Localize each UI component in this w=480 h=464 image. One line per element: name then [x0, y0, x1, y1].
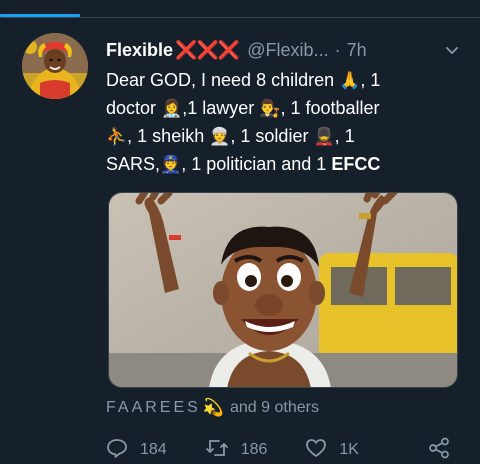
text-segment: ,1 lawyer: [182, 98, 255, 118]
doctor-emoji: 👩‍⚕️: [161, 99, 183, 118]
tweet-image[interactable]: [108, 192, 458, 388]
name-emoji: ❌❌❌: [175, 39, 240, 60]
soldier-emoji: 💂: [313, 127, 335, 146]
text-segment: Dear GOD, I need 8 children: [106, 70, 335, 90]
reply-count: 184: [140, 441, 167, 458]
text-segment: , 1: [360, 70, 381, 90]
user-handle[interactable]: @Flexib...: [247, 40, 328, 61]
pray-emoji: 🙏: [339, 71, 361, 90]
liked-by[interactable]: FAAREES 💫 and 9 others: [106, 399, 319, 417]
display-name[interactable]: Flexible: [106, 40, 173, 61]
retweet-count: 186: [240, 441, 268, 458]
text-segment: , 1 politician and 1: [181, 154, 327, 174]
avatar-image: [22, 33, 88, 99]
tweet[interactable]: Flexible ❌❌❌ @Flexib... · 7h Dear GOD, I…: [0, 18, 480, 459]
text-segment: SARS,: [106, 154, 161, 174]
tweet-header: Flexible ❌❌❌ @Flexib... · 7h: [106, 36, 468, 64]
tab-bar: [0, 0, 480, 18]
share-button[interactable]: [428, 437, 462, 464]
text-segment: doctor: [106, 98, 157, 118]
avatar[interactable]: [22, 33, 88, 99]
footballer-emoji: ⛹: [106, 127, 128, 146]
share-icon: [428, 437, 462, 464]
police-emoji: 👮: [160, 155, 182, 174]
liker-others[interactable]: and 9 others: [230, 399, 319, 417]
text-segment: , 1 soldier: [230, 126, 309, 146]
lawyer-emoji: 👨‍⚖️: [259, 99, 281, 118]
timestamp[interactable]: 7h: [347, 40, 367, 61]
cartoon-image: [109, 193, 457, 387]
bold-text: EFCC: [331, 154, 381, 174]
dizzy-emoji: 💫: [202, 398, 224, 417]
action-bar: 184 186 1K: [106, 437, 466, 464]
text-segment: , 1 sheikh: [127, 126, 205, 146]
text-segment: , 1 footballer: [280, 98, 380, 118]
sheikh-emoji: 👳: [209, 127, 231, 146]
tweet-text: Dear GOD, I need 8 children 🙏, 1 doctor …: [106, 66, 466, 178]
separator: ·: [334, 39, 341, 60]
like-count: 1K: [339, 441, 359, 458]
text-segment: , 1: [334, 126, 355, 146]
chevron-down-icon[interactable]: [440, 38, 464, 62]
liker-name[interactable]: FAAREES: [106, 399, 201, 417]
